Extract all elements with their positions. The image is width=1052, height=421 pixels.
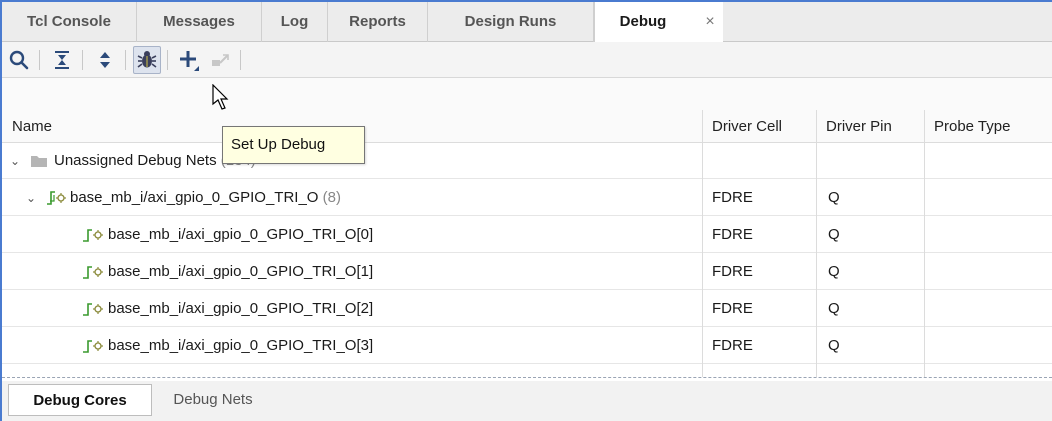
toolbar-separator — [125, 50, 126, 70]
driver-pin-value: Q — [828, 189, 840, 206]
driver-pin-value: Q — [828, 337, 840, 354]
toolbar-separator — [39, 50, 40, 70]
column-probe-type[interactable]: Probe Type — [924, 110, 1010, 143]
toolbar — [2, 42, 1052, 78]
table-row[interactable]: base_mb_i/axi_gpio_0_GPIO_TRI_O[1] FDRE … — [2, 254, 1052, 290]
net-name: base_mb_i/axi_gpio_0_GPIO_TRI_O[3] — [108, 337, 374, 354]
plus-icon[interactable] — [175, 47, 201, 73]
table-row[interactable]: base_mb_i/axi_gpio_0_GPIO_TRI_O[0] FDRE … — [2, 217, 1052, 253]
driver-cell-value: FDRE — [712, 337, 753, 354]
toolbar-separator — [167, 50, 168, 70]
net-icon — [82, 338, 104, 354]
net-icon — [82, 227, 104, 243]
tab-messages[interactable]: Messages — [137, 2, 262, 42]
search-icon[interactable] — [6, 47, 32, 73]
column-driver-pin[interactable]: Driver Pin — [816, 110, 892, 143]
driver-cell-value: FDRE — [712, 300, 753, 317]
collapse-all-icon[interactable] — [49, 47, 75, 73]
tab-design-runs[interactable]: Design Runs — [428, 2, 594, 42]
tab-log[interactable]: Log — [262, 2, 328, 42]
driver-pin-value: Q — [828, 263, 840, 280]
net-icon — [82, 301, 104, 317]
column-separator — [816, 143, 817, 377]
bug-icon[interactable] — [133, 46, 161, 74]
header-spacer — [2, 78, 1052, 110]
column-separator — [924, 110, 925, 143]
tab-tcl-console[interactable]: Tcl Console — [2, 2, 137, 42]
driver-cell-value: FDRE — [712, 263, 753, 280]
net-name: base_mb_i/axi_gpio_0_GPIO_TRI_O[0] — [108, 226, 374, 243]
tab-debug-nets[interactable]: Debug Nets — [158, 384, 268, 416]
group-row[interactable]: ⌄ Unassigned Debug Nets (134) — [2, 143, 1052, 179]
toolbar-separator — [82, 50, 83, 70]
table-row[interactable]: base_mb_i/axi_gpio_0_GPIO_TRI_O[3] FDRE … — [2, 328, 1052, 364]
driver-pin-value: Q — [828, 300, 840, 317]
net-name: base_mb_i/axi_gpio_0_GPIO_TRI_O[1] — [108, 263, 374, 280]
group-name: Unassigned Debug Nets — [54, 152, 217, 169]
chevron-down-icon[interactable]: ⌄ — [8, 143, 22, 179]
tab-debug[interactable]: Debug — [594, 2, 698, 43]
chevron-down-icon[interactable]: ⌄ — [24, 180, 38, 216]
splitter[interactable] — [2, 377, 1052, 378]
column-separator — [924, 143, 925, 377]
table-header: Name Driver Cell Driver Pin Probe Type — [2, 110, 1052, 143]
mouse-cursor-icon — [212, 83, 232, 114]
column-separator — [816, 110, 817, 143]
close-tab-icon[interactable]: × — [697, 2, 723, 42]
tab-debug-cores[interactable]: Debug Cores — [8, 384, 152, 416]
expand-all-icon[interactable] — [92, 47, 118, 73]
bus-net-icon — [46, 190, 66, 206]
column-separator — [702, 110, 703, 143]
net-icon — [82, 264, 104, 280]
column-driver-cell[interactable]: Driver Cell — [702, 110, 782, 143]
tab-reports[interactable]: Reports — [328, 2, 428, 42]
column-name[interactable]: Name — [2, 110, 52, 143]
bus-name-cell: base_mb_i/axi_gpio_0_GPIO_TRI_O (8) — [70, 180, 341, 216]
driver-cell-value: FDRE — [712, 189, 753, 206]
table-row[interactable]: base_mb_i/axi_gpio_0_GPIO_TRI_O[2] FDRE … — [2, 291, 1052, 327]
toolbar-separator — [240, 50, 241, 70]
net-name: base_mb_i/axi_gpio_0_GPIO_TRI_O[2] — [108, 300, 374, 317]
folder-icon — [30, 153, 48, 169]
table-row[interactable]: ⌄ base_mb_i/axi_gpio_0_GPIO_TRI_O (8) FD… — [2, 180, 1052, 216]
driver-cell-value: FDRE — [712, 226, 753, 243]
column-separator — [702, 143, 703, 377]
tab-bar: Tcl Console Messages Log Reports Design … — [2, 2, 1052, 43]
disconnect-icon[interactable] — [208, 47, 234, 73]
tooltip: Set Up Debug — [222, 126, 365, 164]
driver-pin-value: Q — [828, 226, 840, 243]
bus-count: (8) — [322, 189, 341, 206]
bus-name: base_mb_i/axi_gpio_0_GPIO_TRI_O — [70, 189, 319, 206]
bottom-tab-bar: Debug Cores Debug Nets — [2, 381, 1052, 421]
